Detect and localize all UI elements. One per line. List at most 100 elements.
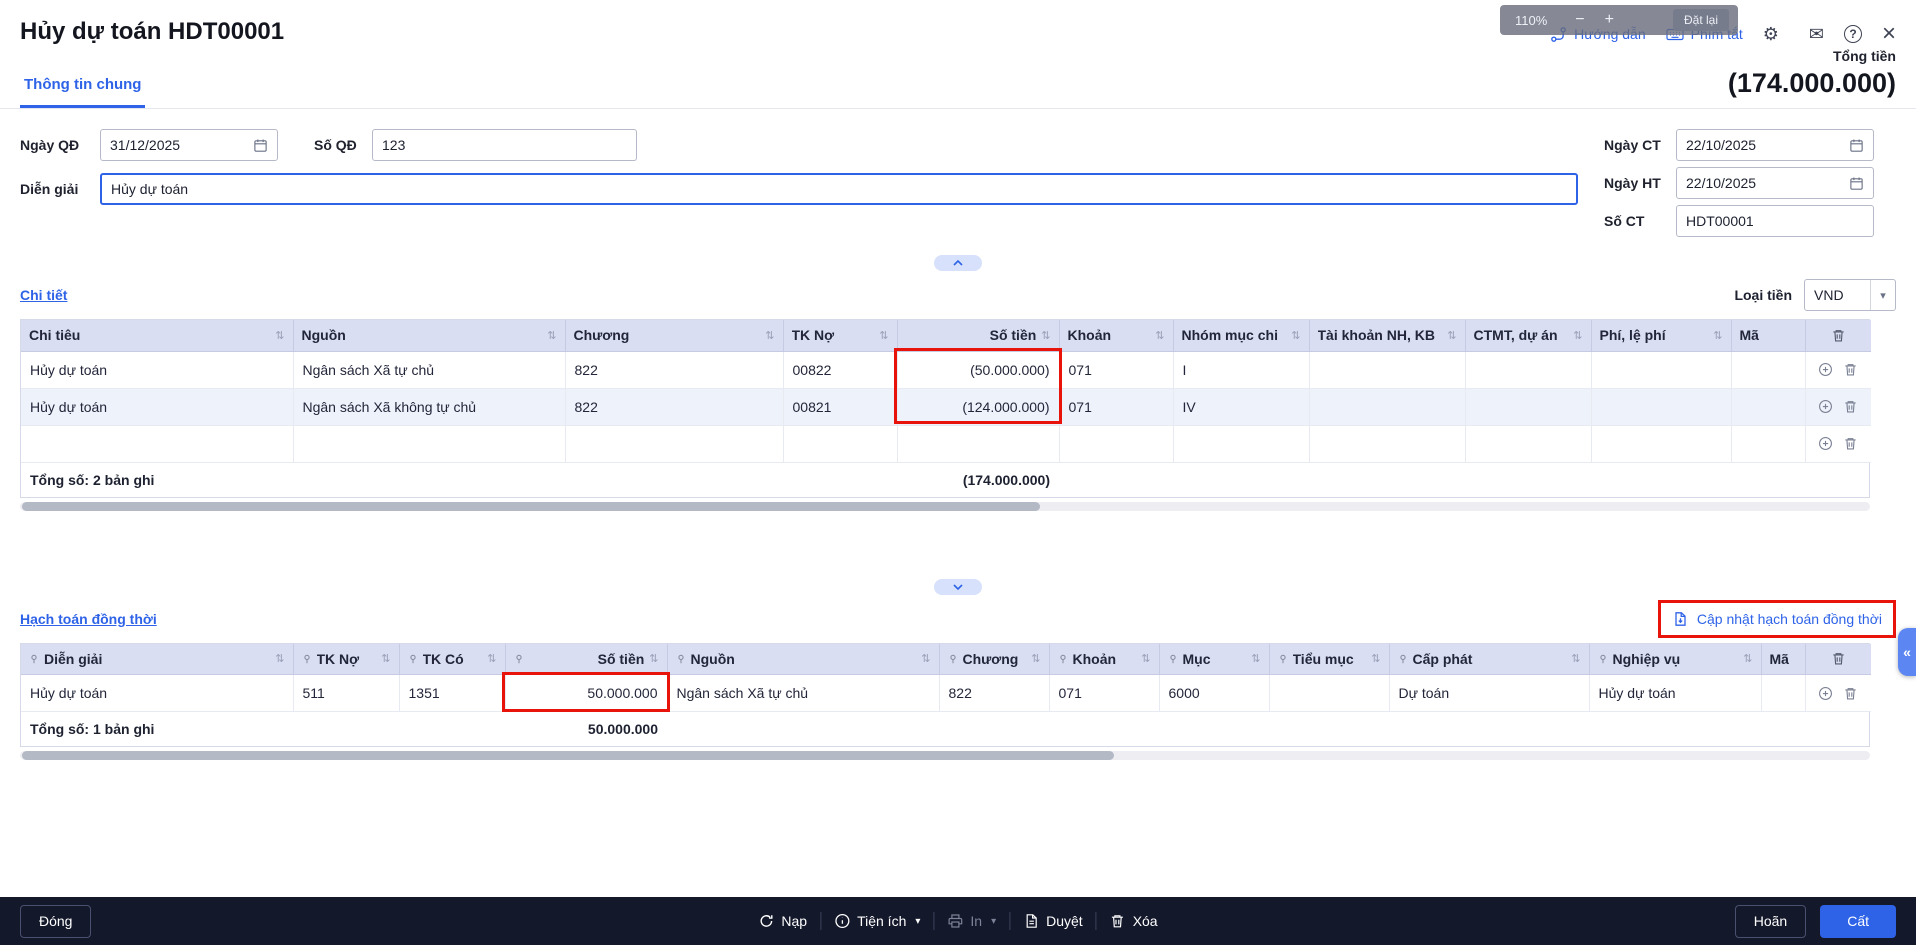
delete-row-icon[interactable]: [1843, 686, 1858, 701]
sort-icon[interactable]: ⇅: [275, 329, 284, 342]
column-header[interactable]: Tiểu mục⇅: [1269, 644, 1389, 675]
reload-button[interactable]: Nạp: [758, 913, 807, 929]
mail-icon[interactable]: ✉: [1809, 25, 1824, 43]
column-header[interactable]: Mã: [1731, 320, 1805, 351]
column-header[interactable]: Số tiền⇅: [897, 320, 1059, 351]
sort-icon[interactable]: ⇅: [765, 329, 774, 342]
pin-icon[interactable]: [302, 654, 312, 664]
sort-icon[interactable]: ⇅: [1743, 652, 1752, 665]
side-panel-toggle[interactable]: «: [1898, 628, 1916, 676]
sort-icon[interactable]: ⇅: [275, 652, 284, 665]
currency-select[interactable]: VND ▾: [1804, 279, 1896, 311]
add-row-icon[interactable]: [1818, 686, 1833, 701]
column-header[interactable]: Nguồn⇅: [667, 644, 939, 675]
pin-icon[interactable]: [948, 654, 958, 664]
save-button[interactable]: Cất: [1820, 905, 1896, 938]
collapse-detail-button[interactable]: [934, 579, 982, 595]
pin-icon[interactable]: [29, 654, 39, 664]
pin-icon[interactable]: [1278, 654, 1288, 664]
delete-button[interactable]: Xóa: [1110, 913, 1158, 929]
description-input[interactable]: [111, 181, 1567, 197]
delete-row-icon[interactable]: [1843, 362, 1858, 377]
table-row[interactable]: Hủy dự toán 511 1351 50.000.000 Ngân sác…: [21, 675, 1871, 712]
postpone-button[interactable]: Hoãn: [1735, 905, 1806, 938]
column-header[interactable]: Nhóm mục chi⇅: [1173, 320, 1309, 351]
column-header[interactable]: Nguồn⇅: [293, 320, 565, 351]
pin-icon[interactable]: [1058, 654, 1068, 664]
sort-icon[interactable]: ⇅: [1291, 329, 1300, 342]
settings-gear-icon[interactable]: ⚙: [1763, 25, 1779, 43]
sort-icon[interactable]: ⇅: [1371, 652, 1380, 665]
pin-icon[interactable]: [408, 654, 418, 664]
column-header[interactable]: CTMT, dự án⇅: [1465, 320, 1591, 351]
calendar-icon[interactable]: [1849, 138, 1864, 153]
sort-icon[interactable]: ⇅: [1573, 329, 1582, 342]
column-header[interactable]: Cấp phát⇅: [1389, 644, 1589, 675]
column-header[interactable]: TK Có⇅: [399, 644, 505, 675]
zoom-out-button[interactable]: −: [1575, 11, 1584, 29]
utilities-menu[interactable]: Tiện ích ▾: [834, 913, 920, 929]
delete-row-icon[interactable]: [1843, 399, 1858, 414]
pin-icon[interactable]: [1398, 654, 1408, 664]
column-header[interactable]: Khoản⇅: [1049, 644, 1159, 675]
column-header[interactable]: Mã: [1761, 644, 1805, 675]
column-header[interactable]: Khoản⇅: [1059, 320, 1173, 351]
delete-all-rows-icon[interactable]: [1831, 328, 1846, 343]
help-icon[interactable]: ?: [1844, 25, 1862, 43]
sort-icon[interactable]: ⇅: [487, 652, 496, 665]
add-row-icon[interactable]: [1818, 436, 1833, 451]
sort-icon[interactable]: ⇅: [381, 652, 390, 665]
sort-icon[interactable]: ⇅: [1041, 329, 1050, 342]
sort-icon[interactable]: ⇅: [1571, 652, 1580, 665]
scrollbar-thumb[interactable]: [22, 751, 1114, 760]
simultaneous-section-link[interactable]: Hạch toán đồng thời: [20, 611, 157, 627]
sort-icon[interactable]: ⇅: [921, 652, 930, 665]
tab-general-info[interactable]: Thông tin chung: [20, 68, 145, 108]
column-header[interactable]: Diễn giải⇅: [21, 644, 293, 675]
sort-icon[interactable]: ⇅: [1155, 329, 1164, 342]
delete-all-rows-icon[interactable]: [1831, 651, 1846, 666]
column-header[interactable]: Chương⇅: [939, 644, 1049, 675]
table-row-empty[interactable]: [21, 425, 1871, 462]
pin-icon[interactable]: [676, 654, 686, 664]
sort-icon[interactable]: ⇅: [1251, 652, 1260, 665]
column-header[interactable]: Mục⇅: [1159, 644, 1269, 675]
add-row-icon[interactable]: [1818, 399, 1833, 414]
zoom-in-button[interactable]: +: [1605, 11, 1614, 29]
approve-button[interactable]: Duyệt: [1023, 913, 1083, 929]
calendar-icon[interactable]: [1849, 176, 1864, 191]
pin-icon[interactable]: [1168, 654, 1178, 664]
decision-number-input[interactable]: [382, 137, 627, 153]
table-row[interactable]: Hủy dự toán Ngân sách Xã không tự chủ 82…: [21, 388, 1871, 425]
column-header[interactable]: TK Nợ⇅: [293, 644, 399, 675]
posting-date-input[interactable]: [1686, 175, 1843, 191]
column-header[interactable]: TK Nợ⇅: [783, 320, 897, 351]
scrollbar-thumb[interactable]: [22, 502, 1040, 511]
pin-icon[interactable]: [514, 654, 524, 664]
voucher-number-input[interactable]: [1686, 213, 1864, 229]
column-header[interactable]: Nghiệp vụ⇅: [1589, 644, 1761, 675]
add-row-icon[interactable]: [1818, 362, 1833, 377]
update-simultaneous-button[interactable]: Cập nhật hạch toán đồng thời: [1668, 606, 1886, 632]
voucher-date-input[interactable]: [1686, 137, 1843, 153]
close-icon[interactable]: ×: [1882, 22, 1896, 46]
sort-icon[interactable]: ⇅: [1031, 652, 1040, 665]
sort-icon[interactable]: ⇅: [879, 329, 888, 342]
sort-icon[interactable]: ⇅: [1447, 329, 1456, 342]
close-button[interactable]: Đóng: [20, 905, 91, 938]
delete-row-icon[interactable]: [1843, 436, 1858, 451]
zoom-reset-button[interactable]: Đặt lại: [1673, 9, 1729, 31]
column-header[interactable]: Chi tiêu⇅: [21, 320, 293, 351]
collapse-header-button[interactable]: [934, 255, 982, 271]
table-row[interactable]: Hủy dự toán Ngân sách Xã tự chủ 822 0082…: [21, 351, 1871, 388]
sort-icon[interactable]: ⇅: [1713, 329, 1722, 342]
column-header[interactable]: Số tiền⇅: [505, 644, 667, 675]
decision-date-input[interactable]: [110, 137, 247, 153]
detail-section-link[interactable]: Chi tiết: [20, 287, 67, 303]
print-menu[interactable]: In ▾: [947, 913, 996, 929]
column-header[interactable]: Chương⇅: [565, 320, 783, 351]
calendar-icon[interactable]: [253, 138, 268, 153]
sort-icon[interactable]: ⇅: [649, 652, 658, 665]
sort-icon[interactable]: ⇅: [547, 329, 556, 342]
column-header[interactable]: Tài khoản NH, KB⇅: [1309, 320, 1465, 351]
